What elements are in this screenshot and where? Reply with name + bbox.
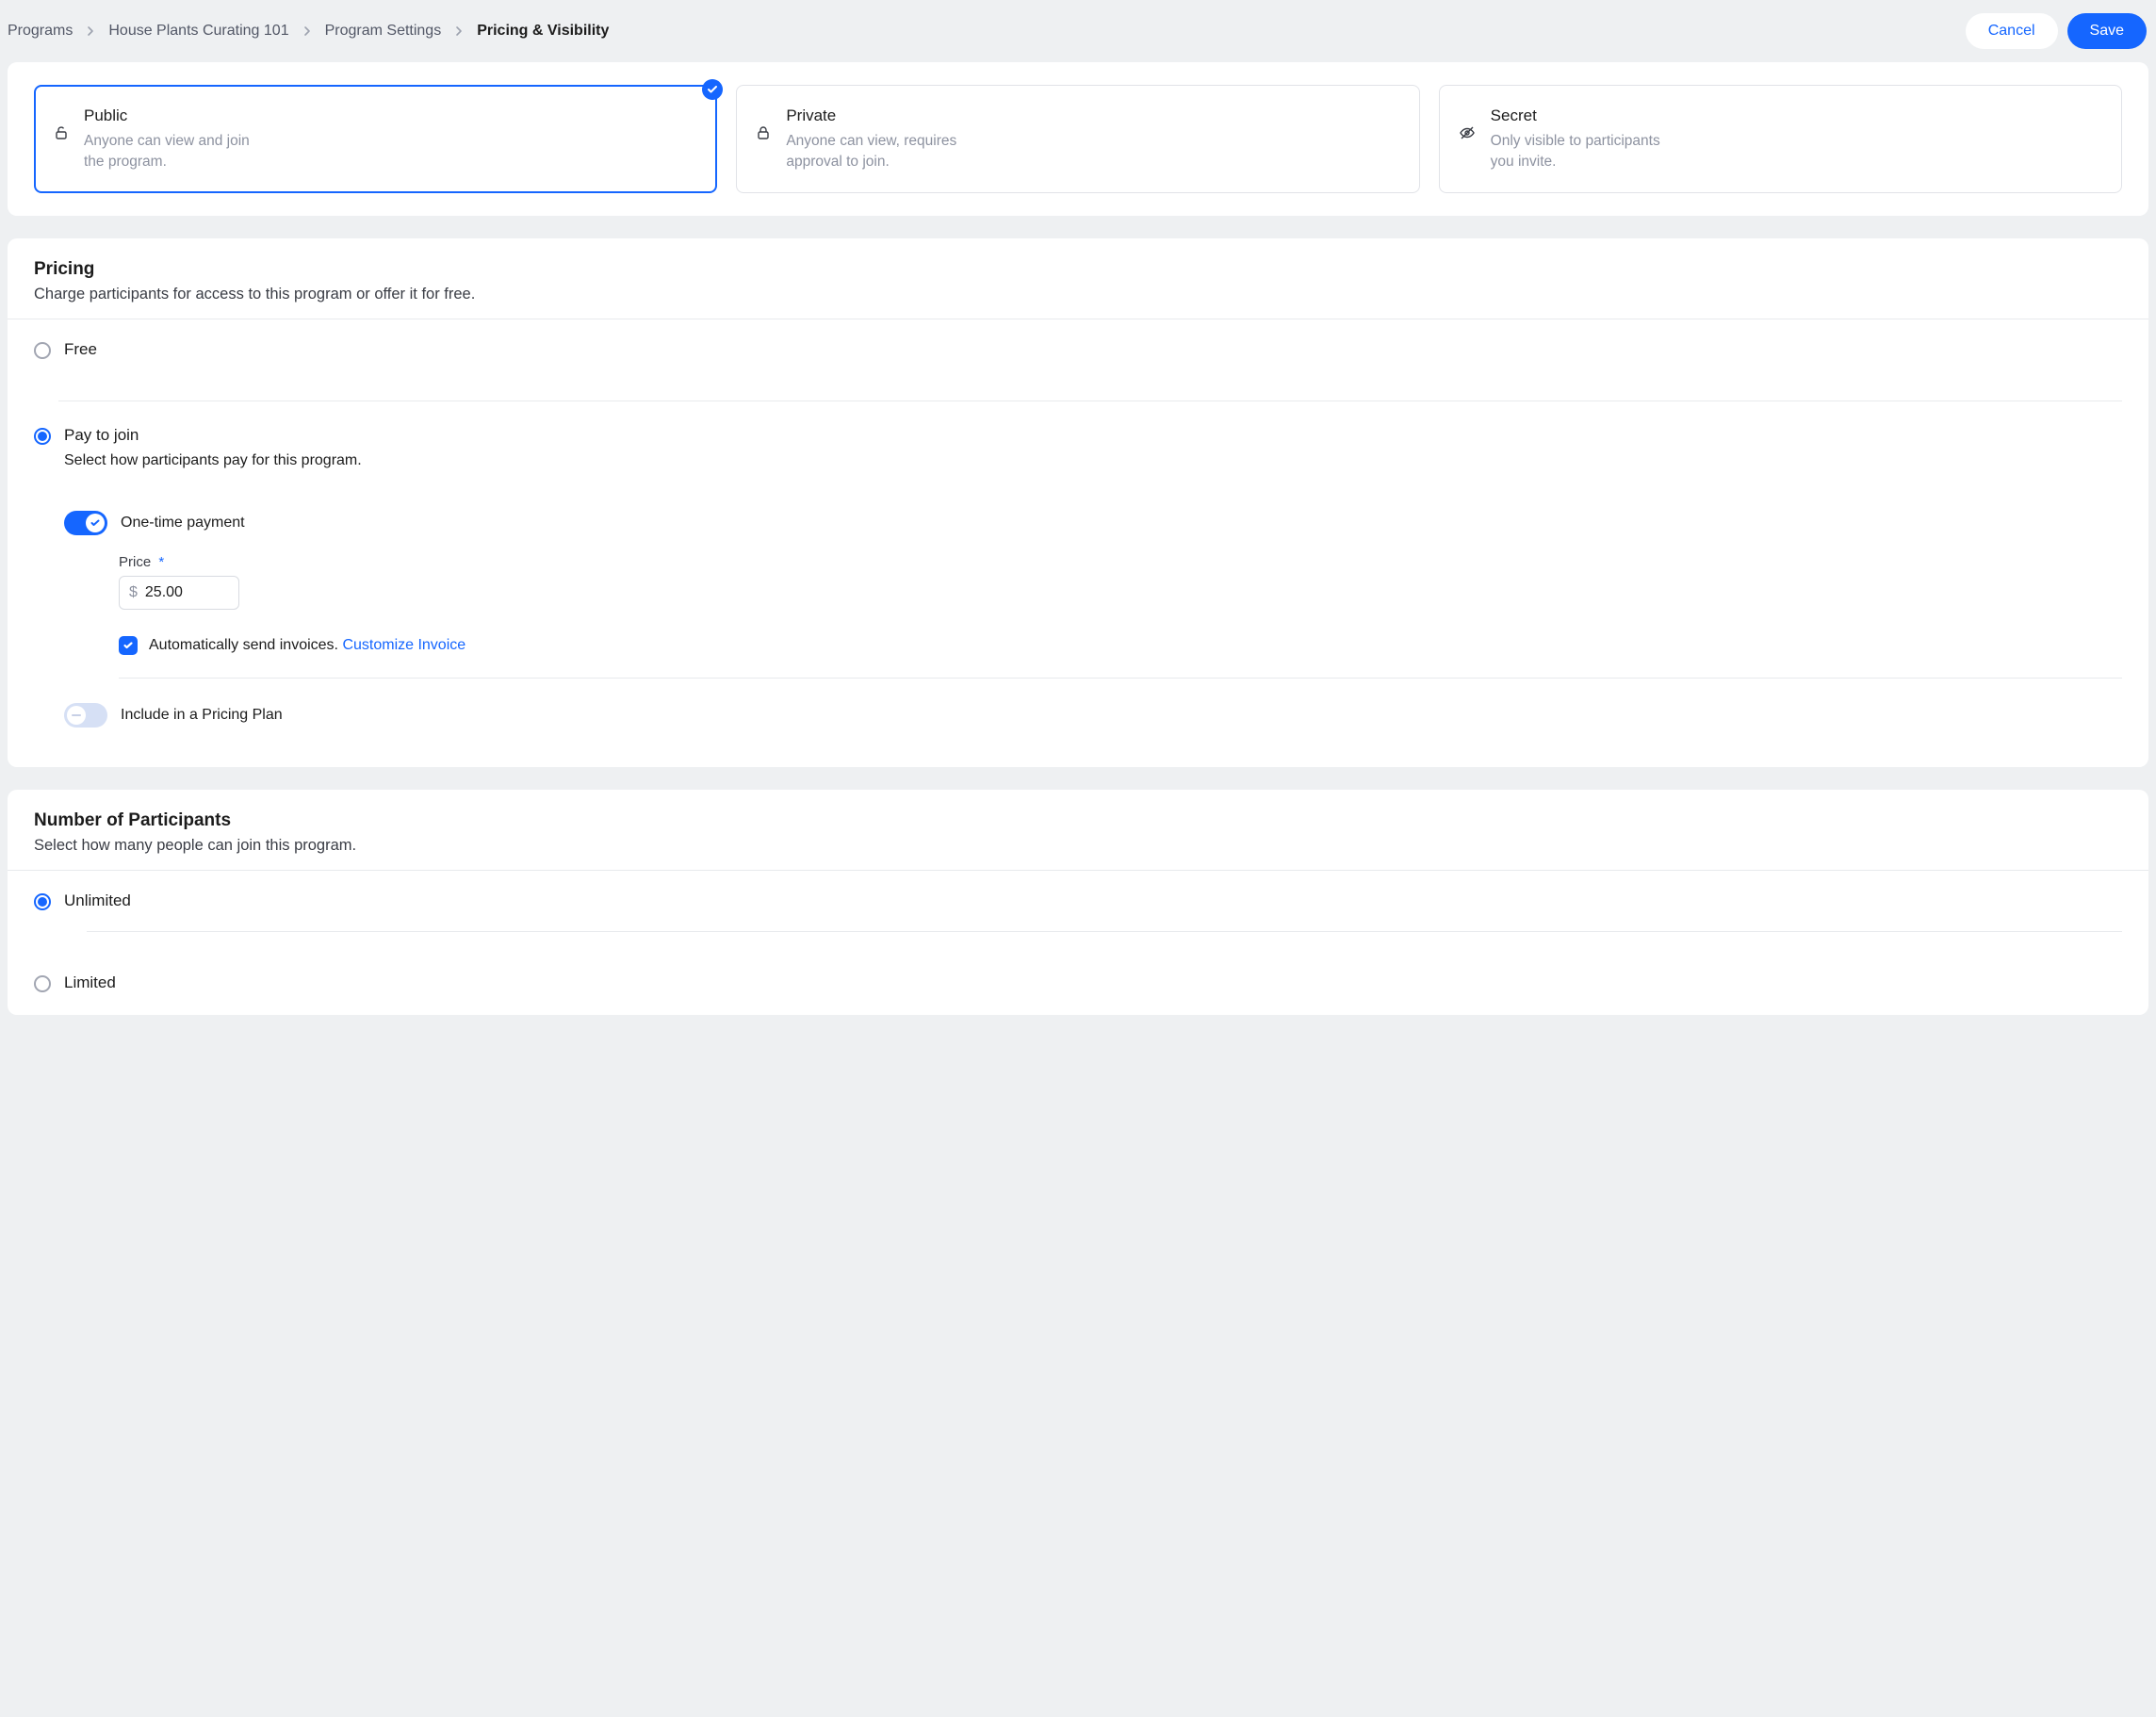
chevron-right-icon <box>86 25 95 37</box>
invoice-label: Automatically send invoices. <box>149 637 338 653</box>
free-label: Free <box>64 340 2122 359</box>
price-input[interactable]: $ <box>119 576 239 610</box>
pay-sub: Select how participants pay for this pro… <box>64 452 2122 469</box>
radio-unlimited[interactable] <box>34 893 51 910</box>
participants-subtitle: Select how many people can join this pro… <box>34 837 2122 855</box>
toggle-one-time-payment[interactable] <box>64 511 107 535</box>
chevron-right-icon <box>454 25 464 37</box>
visibility-title: Private <box>786 106 974 125</box>
check-icon <box>86 514 105 532</box>
toggle-pricing-plan[interactable] <box>64 703 107 728</box>
required-indicator: * <box>158 554 164 570</box>
breadcrumb-item[interactable]: Programs <box>8 23 73 40</box>
breadcrumb-current: Pricing & Visibility <box>477 23 609 40</box>
save-button[interactable]: Save <box>2067 13 2147 49</box>
visibility-title: Public <box>84 106 272 125</box>
pricing-plan-label: Include in a Pricing Plan <box>121 707 283 724</box>
unlock-icon <box>54 106 69 173</box>
lock-icon <box>756 106 771 173</box>
check-icon <box>702 79 723 100</box>
currency-symbol: $ <box>129 584 138 601</box>
visibility-desc: Anyone can view, requires approval to jo… <box>786 131 974 173</box>
pay-label: Pay to join <box>64 426 2122 445</box>
radio-limited[interactable] <box>34 975 51 992</box>
breadcrumb: Programs House Plants Curating 101 Progr… <box>8 23 609 40</box>
price-label: Price <box>119 554 151 570</box>
pricing-title: Pricing <box>34 259 2122 280</box>
one-time-label: One-time payment <box>121 515 245 531</box>
visibility-option-public[interactable]: Public Anyone can view and join the prog… <box>34 85 717 193</box>
breadcrumb-item[interactable]: Program Settings <box>325 23 442 40</box>
visibility-option-private[interactable]: Private Anyone can view, requires approv… <box>736 85 1419 193</box>
chevron-right-icon <box>302 25 312 37</box>
unlimited-label: Unlimited <box>64 891 2122 910</box>
checkbox-auto-invoice[interactable] <box>119 636 138 655</box>
radio-pay-to-join[interactable] <box>34 428 51 445</box>
price-field[interactable] <box>145 584 220 601</box>
radio-free[interactable] <box>34 342 51 359</box>
eye-off-icon <box>1459 106 1476 173</box>
visibility-desc: Only visible to participants you invite. <box>1491 131 1679 173</box>
breadcrumb-item[interactable]: House Plants Curating 101 <box>108 23 288 40</box>
customize-invoice-link[interactable]: Customize Invoice <box>342 637 466 653</box>
visibility-title: Secret <box>1491 106 1679 125</box>
limited-label: Limited <box>64 973 2122 992</box>
participants-title: Number of Participants <box>34 810 2122 831</box>
visibility-option-secret[interactable]: Secret Only visible to participants you … <box>1439 85 2122 193</box>
visibility-desc: Anyone can view and join the program. <box>84 131 272 173</box>
pricing-subtitle: Charge participants for access to this p… <box>34 286 2122 303</box>
cancel-button[interactable]: Cancel <box>1966 13 2058 49</box>
